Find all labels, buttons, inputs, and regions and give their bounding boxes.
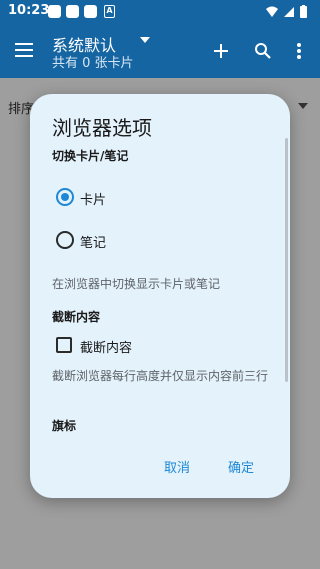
- switch-hint: 在浏览器中切换显示卡片或笔记: [52, 277, 221, 291]
- dropdown-arrow-icon[interactable]: [140, 37, 150, 43]
- wifi-icon: [266, 6, 278, 17]
- truncate-hint: 截断浏览器每行高度并仅显示内容前三行: [52, 369, 269, 383]
- battery-icon: [300, 6, 307, 18]
- flag-section-heading: 旗标: [52, 419, 77, 433]
- search-icon[interactable]: [254, 42, 272, 60]
- notification-icon: [66, 5, 79, 18]
- cards-label[interactable]: 卡片: [80, 189, 106, 208]
- notification-icon: [84, 5, 97, 18]
- status-time: 10:23: [8, 3, 50, 18]
- status-indicators: [266, 5, 307, 18]
- notes-radio[interactable]: [56, 231, 74, 249]
- dialog-scrollbar[interactable]: [285, 138, 288, 382]
- card-count: 共有 0 张卡片: [52, 56, 134, 71]
- dialog-title: 浏览器选项: [52, 116, 152, 140]
- add-icon[interactable]: [213, 43, 229, 59]
- truncate-checkbox[interactable]: [56, 337, 72, 353]
- notes-label[interactable]: 笔记: [80, 232, 106, 251]
- accessibility-icon: A: [104, 5, 115, 18]
- hamburger-menu-icon[interactable]: [14, 42, 34, 58]
- more-vert-icon[interactable]: [296, 42, 302, 60]
- cancel-button[interactable]: 取消: [164, 457, 190, 476]
- app-bar: 系统默认 共有 0 张卡片: [0, 24, 320, 78]
- truncate-label[interactable]: 截断内容: [80, 337, 132, 356]
- sort-dropdown-icon[interactable]: [298, 103, 308, 109]
- browser-options-dialog: 浏览器选项 切换卡片/笔记 卡片 笔记 在浏览器中切换显示卡片或笔记 截断内容 …: [30, 94, 290, 498]
- cards-radio[interactable]: [56, 188, 74, 206]
- truncate-section-heading: 截断内容: [52, 310, 101, 324]
- notification-icon: [48, 5, 61, 18]
- status-bar: 10:23 A: [0, 0, 320, 24]
- ok-button[interactable]: 确定: [228, 457, 254, 476]
- switch-section-heading: 切换卡片/笔记: [52, 149, 129, 163]
- signal-icon: [284, 7, 294, 17]
